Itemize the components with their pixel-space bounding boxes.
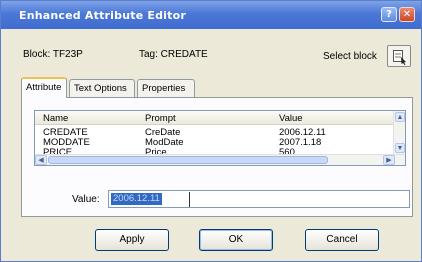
horizontal-scrollbar[interactable]: ◀ ▶ [35,154,405,165]
horizontal-scroll-thumb[interactable] [48,156,328,164]
value-input[interactable]: 2006.12.11 [108,190,410,208]
scroll-down-arrow-icon[interactable]: ▼ [395,143,405,153]
help-button[interactable]: ? [381,7,397,22]
value-field-label: Value: [72,194,100,205]
close-button[interactable]: ✕ [399,7,415,22]
column-header-name[interactable]: Name [43,113,68,124]
vertical-scrollbar[interactable]: ▲ ▼ [393,111,405,155]
attribute-grid[interactable]: Name Prompt Value CREDATE CreDate 2006.1… [34,110,406,166]
cancel-button[interactable]: Cancel [305,229,379,251]
ok-button[interactable]: OK [199,229,273,251]
attribute-editor-window: Enhanced Attribute Editor ? ✕ Block: TF2… [0,0,422,262]
title-bar: Enhanced Attribute Editor ? ✕ [1,1,421,29]
block-name-label: Block: TF23P [23,49,83,60]
tag-name-label: Tag: CREDATE [139,49,208,60]
tab-text-options[interactable]: Text Options [69,79,135,97]
scroll-up-arrow-icon[interactable]: ▲ [395,112,405,122]
apply-button[interactable]: Apply [95,229,169,251]
tab-properties[interactable]: Properties [137,79,195,97]
select-block-icon [393,50,406,65]
scroll-right-arrow-icon[interactable]: ▶ [383,155,395,165]
column-header-prompt[interactable]: Prompt [145,113,176,124]
grid-header: Name Prompt Value [35,111,395,125]
text-cursor [189,192,190,207]
value-input-selected-text: 2006.12.11 [111,193,162,205]
window-title: Enhanced Attribute Editor [19,9,186,22]
column-header-value[interactable]: Value [279,113,303,124]
scroll-left-arrow-icon[interactable]: ◀ [35,155,47,165]
attribute-tab-panel: Name Prompt Value CREDATE CreDate 2006.1… [21,97,413,217]
tab-attribute[interactable]: Attribute [21,77,67,98]
select-block-label: Select block [323,51,377,62]
select-block-button[interactable] [387,45,411,67]
